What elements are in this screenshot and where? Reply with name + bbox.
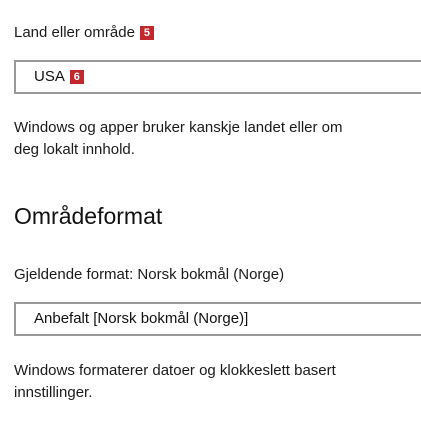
format-description-line-2: innstillinger. — [14, 384, 93, 401]
region-label-badge: 5 — [139, 26, 154, 40]
format-dropdown[interactable]: Anbefalt [Norsk bokmål (Norge)] — [14, 302, 421, 336]
current-format-label: Gjeldende format: Norsk bokmål (Norge) — [14, 266, 285, 283]
region-dropdown-badge: 6 — [69, 70, 84, 84]
region-description-line-2: deg lokalt innhold. — [14, 141, 135, 158]
region-settings-page: Land eller område 5 USA 6 Windows og apper… — [0, 0, 421, 428]
region-dropdown-value-row: USA 6 — [34, 68, 84, 85]
format-description-line-1: Windows formaterer datoer og klokkeslett… — [14, 362, 336, 379]
region-dropdown-value: USA — [34, 68, 65, 85]
region-label-row: Land eller område 5 — [14, 24, 154, 41]
format-heading: Områdeformat — [14, 203, 163, 229]
region-dropdown[interactable]: USA 6 — [14, 60, 421, 94]
region-label: Land eller område — [14, 24, 135, 41]
region-description-line-1: Windows og apper bruker kanskje landet e… — [14, 119, 343, 136]
format-dropdown-value: Anbefalt [Norsk bokmål (Norge)] — [34, 310, 249, 327]
